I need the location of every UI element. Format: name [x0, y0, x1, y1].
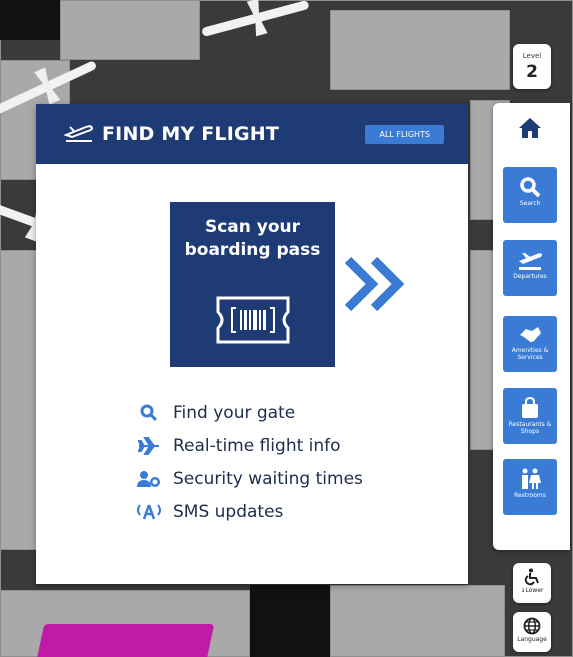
globe-icon: [513, 617, 551, 635]
language-button[interactable]: Language: [513, 612, 551, 652]
search-icon: [503, 176, 557, 198]
language-label: Language: [517, 636, 547, 643]
feature-item: Find your gate: [136, 396, 363, 429]
nav-search-button[interactable]: Search: [503, 167, 557, 223]
broadcast-icon: [136, 503, 162, 521]
search-icon: [136, 404, 162, 422]
card-header: FIND MY FLIGHT ALL FLIGHTS: [36, 104, 468, 164]
nav-restrooms-button[interactable]: Restrooms: [503, 459, 557, 515]
user-clock-icon: [136, 470, 162, 488]
double-chevron-right-icon: [344, 256, 412, 316]
level-label: Level: [522, 52, 542, 60]
lower-label: Lower: [525, 587, 544, 594]
nav-departures-label: Departures: [513, 273, 547, 280]
feature-list: Find your gate Real-time flight info Sec…: [136, 396, 363, 528]
plane-icon: [136, 436, 162, 455]
feature-item: Real-time flight info: [136, 429, 363, 462]
restroom-icon: [503, 468, 557, 490]
nav-search-label: Search: [519, 200, 541, 207]
feature-text: Security waiting times: [173, 468, 363, 489]
nav-restaurants-button[interactable]: Restaurants & Shops: [503, 388, 557, 444]
right-nav-panel: Search Departures Amenities & Services R…: [493, 103, 570, 550]
find-my-flight-card: FIND MY FLIGHT ALL FLIGHTS Scan your boa…: [36, 104, 468, 584]
scan-boarding-pass-panel[interactable]: Scan your boarding pass: [170, 202, 335, 367]
level-number: 2: [526, 62, 538, 82]
ticket-barcode-icon: [208, 290, 298, 354]
feature-item: SMS updates: [136, 495, 363, 528]
shopping-bag-icon: [503, 397, 557, 419]
accessibility-lower-button[interactable]: ↓Lower: [513, 563, 551, 603]
departures-icon: [503, 249, 557, 271]
nav-restaurants-label: Restaurants & Shops: [508, 421, 552, 435]
scan-text-line1: Scan your: [204, 217, 301, 237]
nav-restrooms-label: Restrooms: [514, 492, 546, 499]
nav-amenities-button[interactable]: Amenities & Services: [503, 316, 557, 372]
feature-text: Real-time flight info: [173, 435, 341, 456]
feature-item: Security waiting times: [136, 462, 363, 495]
nav-departures-button[interactable]: Departures: [503, 240, 557, 296]
home-icon[interactable]: [518, 117, 542, 143]
takeoff-icon: [63, 121, 94, 147]
feature-text: Find your gate: [173, 402, 296, 423]
wheelchair-icon: [513, 568, 551, 586]
level-indicator[interactable]: Level 2: [513, 44, 551, 89]
all-flights-button[interactable]: ALL FLIGHTS: [365, 124, 444, 144]
card-title: FIND MY FLIGHT: [102, 123, 280, 145]
handshake-icon: [503, 325, 557, 345]
map-label-shape: [35, 624, 215, 657]
scan-text-line2: boarding pass: [184, 240, 321, 260]
nav-amenities-label: Amenities & Services: [511, 347, 549, 361]
feature-text: SMS updates: [173, 501, 284, 522]
